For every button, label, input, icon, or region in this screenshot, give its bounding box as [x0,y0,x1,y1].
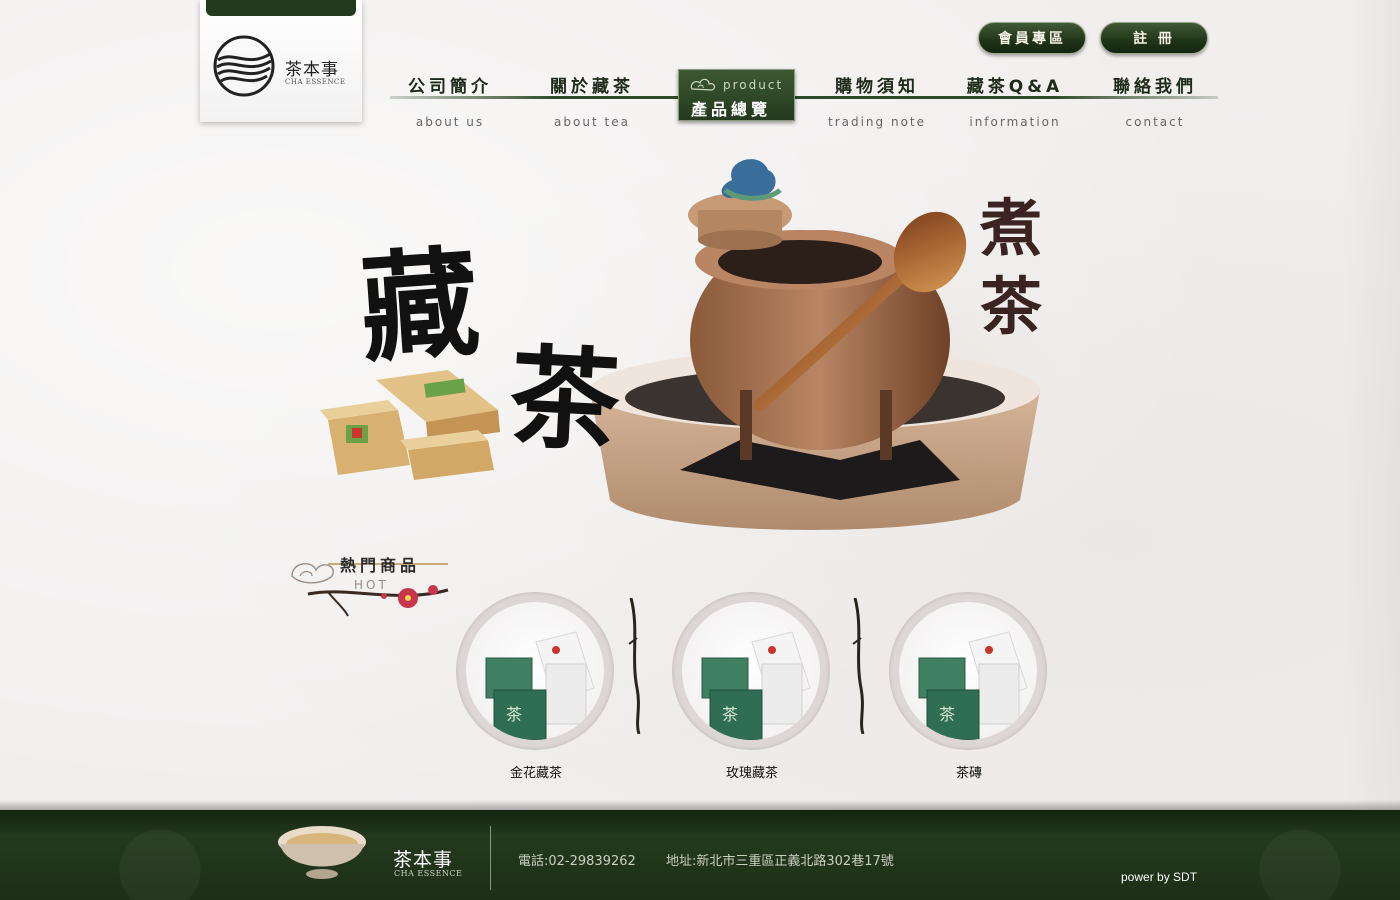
nav-item-cn: 關於藏茶 [550,77,634,97]
logo-name-en: CHA ESSENCE [285,78,346,86]
logo-top-bar [206,0,356,16]
nav-item-cn: 購物須知 [835,77,919,97]
nav-item-information[interactable]: 藏茶Q&A information [962,72,1068,129]
nav-item-about-us[interactable]: 公司簡介 about us [398,72,502,129]
svg-text:茶: 茶 [506,705,522,724]
product-card[interactable]: 茶 金花藏茶 [456,592,616,781]
product-image: 茶 [682,602,820,740]
product-image-frame[interactable]: 茶 [889,592,1047,750]
tea-package-icon: 茶 [485,631,595,740]
hot-title-cn: 熱門商品 [340,556,421,575]
tea-package-icon: 茶 [701,631,811,740]
nav-item-cn: 公司簡介 [408,77,492,97]
nav-item-about-tea[interactable]: 關於藏茶 about tea [540,72,644,129]
tea-package-icon: 茶 [918,631,1028,740]
product-image-frame[interactable]: 茶 [456,592,614,750]
hero-title-char: 茶 [506,332,623,467]
svg-text:茶: 茶 [722,705,738,724]
page-shade [1340,0,1400,810]
branch-divider [628,598,641,734]
product-name[interactable]: 玫瑰藏茶 [672,762,832,781]
nav-item-product[interactable]: product 產品總覽 [678,69,795,121]
product-image: 茶 [466,602,604,740]
hot-products-heading: 熱門商品 HOT [288,546,458,626]
nav-item-en: product [723,78,784,92]
register-button[interactable]: 註 冊 [1100,22,1208,54]
footer-credit[interactable]: power by SDT [1121,870,1197,884]
logo-name-cn: 茶本事 [285,60,339,80]
hero-side-char: 煮 [980,192,1043,265]
footer-logo-cn: 茶本事 [393,849,454,871]
nav-item-cn: 藏茶Q&A [966,77,1064,97]
site-logo[interactable]: 茶本事 CHA ESSENCE [200,0,362,122]
logo-wave-icon [213,35,275,97]
hero-title-char: 藏 [355,232,484,379]
member-area-button[interactable]: 會員專區 [978,22,1086,54]
product-image-frame[interactable]: 茶 [672,592,830,750]
product-card[interactable]: 茶 玫瑰藏茶 [672,592,832,781]
nav-item-trading-note[interactable]: 購物須知 trading note [822,72,932,129]
nav-item-en: trading note [827,115,926,129]
product-name[interactable]: 茶磚 [889,762,1049,781]
nav-item-en: contact [1125,115,1185,129]
nav-divider [390,96,1218,99]
branch-divider [852,598,865,734]
product-image: 茶 [899,602,1037,740]
svg-text:茶: 茶 [939,705,955,724]
nav-item-en: about tea [554,115,630,129]
footer-logo-en: CHA ESSENCE [394,869,463,878]
footer-address: 地址:新北市三重區正義北路302巷17號 [666,854,894,869]
cloud-ornament-icon [690,78,716,91]
nav-item-cn: 產品總覽 [691,100,772,119]
nav-item-en: information [969,115,1061,129]
footer-divider [490,826,491,890]
nav-item-cn: 聯絡我們 [1113,77,1197,97]
nav-item-contact[interactable]: 聯絡我們 contact [1100,72,1210,129]
product-name[interactable]: 金花藏茶 [456,762,616,781]
hero-banner: 藏 茶 煮 茶 [320,140,1120,560]
hot-title-en: HOT [354,578,389,592]
footer-phone: 電話:02-29839262 [518,854,636,869]
tea-bowl-icon [278,826,366,879]
hero-side-char: 茶 [980,270,1043,343]
nav-item-en: about us [415,115,485,129]
product-card[interactable]: 茶 茶磚 [889,592,1049,781]
